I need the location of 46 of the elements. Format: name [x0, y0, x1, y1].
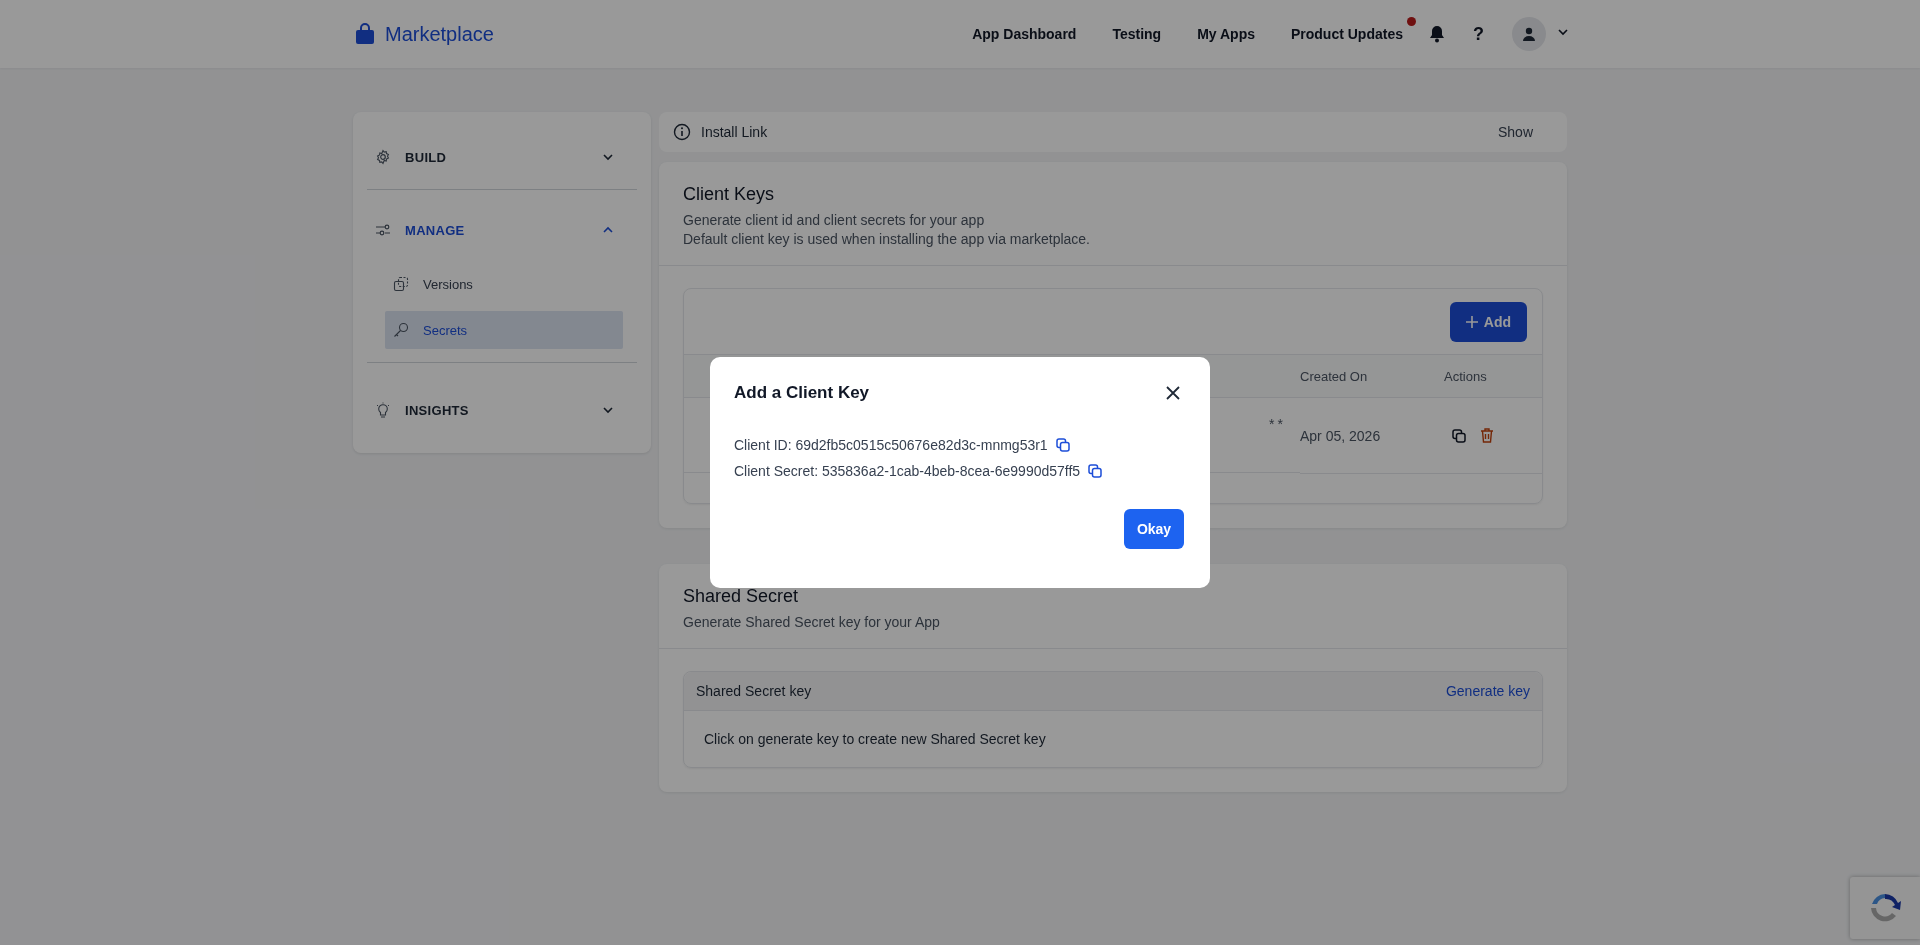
card-title: Shared Secret [683, 586, 800, 607]
nav-link[interactable]: Testing [1094, 26, 1180, 42]
sliders-icon [375, 222, 391, 238]
lightbulb-icon [375, 402, 391, 418]
empty-message: Click on generate key to create new Shared Secret key [704, 731, 1046, 747]
app-logo-text[interactable]: Marketplace [385, 22, 494, 46]
sidebar-section[interactable]: INSIGHTS [367, 386, 637, 434]
close-icon[interactable] [1166, 386, 1180, 400]
generate-key-link[interactable]: Generate key [1445, 683, 1530, 699]
help-button[interactable]: ? [1467, 22, 1490, 46]
avatar[interactable] [1512, 17, 1546, 51]
gear-icon [375, 149, 391, 165]
plus-icon [1465, 315, 1478, 328]
copy-icon[interactable] [1088, 464, 1103, 478]
key-field-text: Client Secret: 535836a2-1cab-4beb-8cea-6e9990d57ff5 [734, 463, 1081, 479]
okay-button[interactable]: Okay [1124, 509, 1184, 549]
bell-icon[interactable] [1429, 25, 1445, 43]
card-description: Generate Shared Secret key for your App [683, 613, 941, 632]
nav-link[interactable]: Product Updates [1273, 26, 1421, 42]
column-header: Actions [1444, 368, 1487, 384]
sidebar-section[interactable]: MANAGE [367, 206, 637, 254]
sidebar-item[interactable]: Secrets [385, 311, 623, 349]
column-header: Created On [1300, 368, 1368, 384]
key-field-text: Client ID: 69d2fb5c0515c50676e82d3c-mnmg53r1 [734, 437, 1048, 453]
nav-link[interactable]: App Dashboard [954, 26, 1095, 42]
sidebar-item[interactable]: Versions [385, 265, 623, 303]
card-description: Generate client id and client secrets for your app [683, 211, 986, 230]
copy-icon [393, 276, 409, 292]
dialog-title: Add a Client Key [734, 383, 870, 403]
masked-secret: ** [1269, 416, 1286, 432]
key-icon [393, 322, 409, 338]
copy-icon[interactable] [1452, 428, 1466, 443]
panel-title: Shared Secret key [696, 683, 812, 699]
recaptcha-badge[interactable] [1850, 877, 1920, 939]
sidebar-section[interactable]: BUILD [367, 133, 637, 181]
nav-link[interactable]: My Apps [1179, 26, 1273, 42]
show-button[interactable]: Show [1491, 123, 1539, 141]
table-cell: Apr 05, 2026 [1300, 427, 1381, 444]
info-icon [673, 123, 691, 141]
add-button[interactable]: Add [1449, 301, 1527, 342]
shopping-bag-icon [355, 23, 375, 45]
trash-icon[interactable] [1480, 428, 1494, 443]
install-link-label: Install Link [701, 124, 768, 140]
copy-icon[interactable] [1055, 438, 1070, 452]
card-title: Client Keys [683, 184, 776, 205]
card-description: Default client key is used when installing the app via marketplace. [683, 230, 1091, 249]
